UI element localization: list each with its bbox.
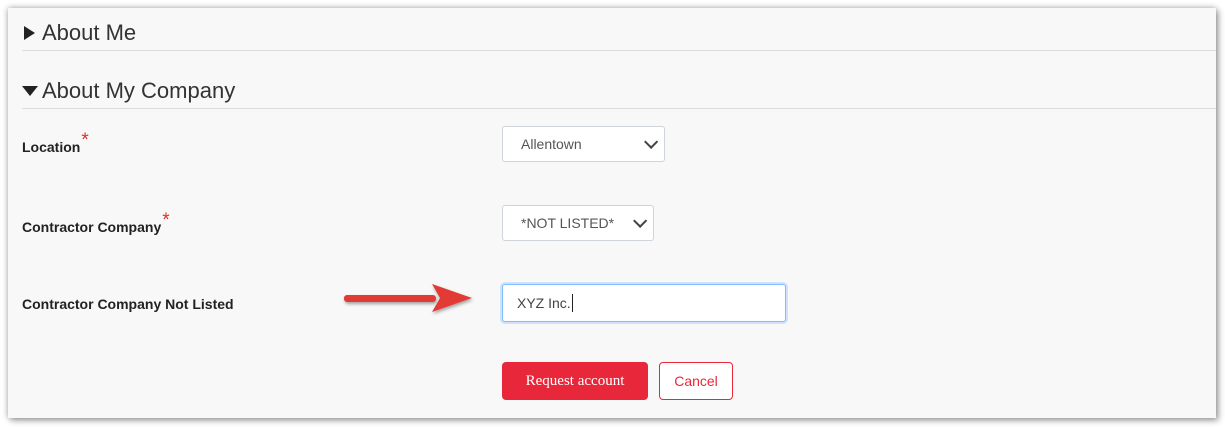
location-select-value: Allentown [521,136,582,152]
about-company-label: About My Company [42,78,236,103]
location-label: Location* [22,130,89,158]
location-label-text: Location [22,139,81,155]
request-account-button[interactable]: Request account [502,362,648,400]
required-asterisk: * [162,210,170,231]
about-me-label: About Me [42,20,137,45]
contractor-company-label: Contractor Company* [22,210,170,238]
expand-right-icon [24,26,35,40]
contractor-not-listed-value: XYZ Inc. [517,295,571,311]
about-me-header[interactable]: About Me [22,16,1216,51]
contractor-company-label-text: Contractor Company [22,219,162,235]
collapse-down-icon [22,86,38,96]
contractor-not-listed-label: Contractor Company Not Listed [22,296,234,312]
text-caret [571,294,573,312]
chevron-down-icon [633,213,648,228]
required-asterisk: * [81,130,89,151]
cancel-button[interactable]: Cancel [659,362,733,400]
chevron-down-icon [644,134,659,149]
contractor-not-listed-input[interactable]: XYZ Inc. [502,284,786,322]
contractor-company-select-value: *NOT LISTED* [521,215,615,231]
location-select[interactable]: Allentown [502,126,665,162]
form-panel: About Me About My Company Location* Alle… [8,8,1216,418]
about-company-header[interactable]: About My Company [22,74,1216,109]
annotation-arrow-icon [344,284,472,312]
contractor-company-select[interactable]: *NOT LISTED* [502,205,654,241]
